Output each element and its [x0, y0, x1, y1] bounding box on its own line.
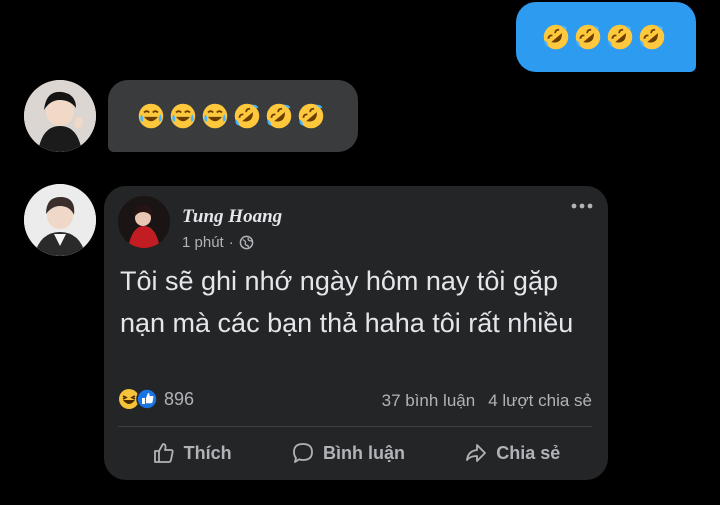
- comment-label: Bình luận: [322, 442, 405, 463]
- joy-icon: [201, 102, 229, 130]
- post-text: Tôi sẽ ghi nhớ ngày hôm nay tôi gặp nạn …: [120, 266, 574, 338]
- more-options-icon[interactable]: [570, 201, 594, 211]
- rofl-icon: [233, 102, 261, 130]
- post-stats: 37 bình luận 4 lượt chia sẻ: [382, 391, 592, 411]
- thumbs-up-icon: [153, 443, 174, 463]
- share-label: Chia sẻ: [496, 442, 561, 463]
- rofl-icon: [542, 23, 570, 51]
- rofl-icon: [297, 102, 325, 130]
- comment-button[interactable]: Bình luận: [291, 441, 405, 465]
- joy-icon: [169, 102, 197, 130]
- incoming-message-bubble[interactable]: [108, 80, 358, 152]
- divider: [118, 426, 592, 427]
- outgoing-message-bubble[interactable]: [516, 2, 696, 72]
- like-reaction-icon: [136, 388, 158, 410]
- rofl-icon: [265, 102, 293, 130]
- like-button[interactable]: Thích: [152, 441, 232, 465]
- post-time[interactable]: 1 phút: [182, 234, 224, 251]
- share-count[interactable]: 4 lượt chia sẻ: [488, 391, 592, 411]
- reactions-summary[interactable]: 896: [118, 388, 194, 410]
- post-actions: Thích Bình luận Chia sẻ: [104, 438, 608, 468]
- joy-icon: [137, 102, 165, 130]
- globe-icon: [239, 235, 254, 250]
- like-label: Thích: [183, 442, 232, 463]
- share-button[interactable]: Chia sẻ: [464, 441, 560, 465]
- reaction-count: 896: [164, 388, 195, 409]
- share-icon: [466, 444, 487, 462]
- sender-avatar[interactable]: [24, 80, 96, 152]
- rofl-icon: [574, 23, 602, 51]
- comment-icon: [293, 443, 313, 463]
- post-meta: 1 phút ·: [182, 234, 254, 251]
- comment-count[interactable]: 37 bình luận: [382, 391, 476, 411]
- shared-post-card[interactable]: Tung Hoang 1 phút · Tôi sẽ ghi nhớ ngày …: [104, 186, 608, 480]
- rofl-icon: [638, 23, 666, 51]
- post-author-name[interactable]: Tung Hoang: [182, 206, 282, 228]
- rofl-icon: [606, 23, 634, 51]
- meta-separator: ·: [228, 234, 234, 251]
- post-author-avatar[interactable]: [118, 196, 170, 248]
- sender-avatar[interactable]: [24, 184, 96, 256]
